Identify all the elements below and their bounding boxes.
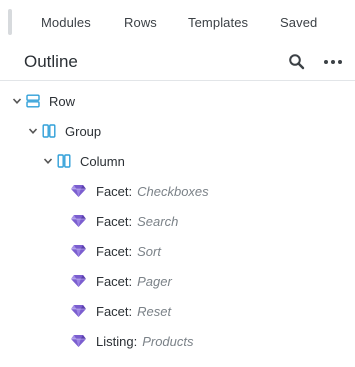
module-type: Facet: [96,243,133,259]
module-name: Products [142,333,194,349]
module-type: Facet: [96,303,133,319]
tree-node-module[interactable]: Listing: Products [70,326,194,356]
module-type: Facet: [96,273,133,289]
tree-node-label: Group [65,123,102,139]
module-type: Listing: [96,333,138,349]
tree-node-group[interactable]: Group [28,116,101,146]
panel-title: Outline [24,52,78,71]
tree-node-module[interactable]: Facet: Reset [70,296,171,326]
module-type: Facet: [96,213,133,229]
module-name: Search [137,213,179,229]
chevron-down-icon[interactable] [43,156,53,166]
tree-node-label: Row [49,93,76,109]
tree-node-module[interactable]: Facet: Search [70,206,178,236]
gem-icon [71,335,86,347]
gem-icon [71,215,86,227]
chevron-down-icon[interactable] [28,126,38,136]
column-layout-icon [42,124,56,138]
tree-node-module[interactable]: Facet: Pager [70,266,172,296]
tab-modules[interactable]: Modules [41,15,91,30]
column-layout-icon [57,154,71,168]
module-name: Sort [137,243,161,259]
module-name: Pager [137,273,172,289]
row-layout-icon [26,94,40,108]
search-icon[interactable] [288,53,306,71]
gem-icon [71,305,86,317]
tree-node-label: Column [80,153,125,169]
outline-header: Outline [0,44,355,81]
tab-templates[interactable]: Templates [188,15,248,30]
tab-saved[interactable]: Saved [280,15,317,30]
module-type: Facet: [96,183,133,199]
gem-icon [71,185,86,197]
module-name: Checkboxes [137,183,209,199]
tab-rows[interactable]: Rows [124,15,157,30]
tree-node-module[interactable]: Facet: Checkboxes [70,176,209,206]
gem-icon [71,245,86,257]
tree-node-row[interactable]: Row [12,86,75,116]
drag-handle[interactable] [8,9,12,35]
top-tab-bar: Modules Rows Templates Saved [0,0,355,44]
gem-icon [71,275,86,287]
chevron-down-icon[interactable] [12,96,22,106]
more-horizontal-icon[interactable] [322,54,344,70]
tree-node-column[interactable]: Column [43,146,125,176]
module-name: Reset [137,303,172,319]
tree-node-module[interactable]: Facet: Sort [70,236,161,266]
